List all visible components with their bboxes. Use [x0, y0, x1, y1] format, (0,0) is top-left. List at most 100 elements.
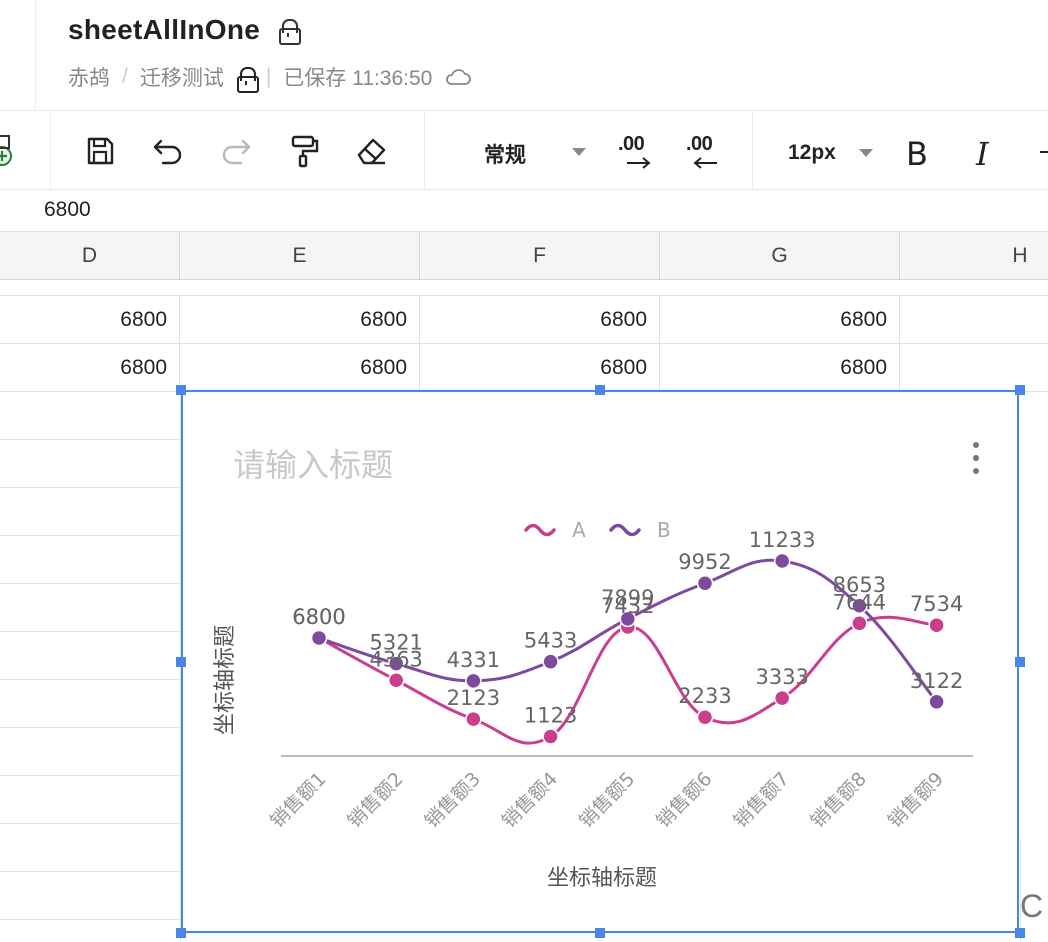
resize-handle[interactable]: [1015, 385, 1025, 395]
column-header-h[interactable]: H: [900, 232, 1048, 280]
toolbar: 常规 .00 .00 12px B I: [0, 110, 1048, 190]
data-label: 3122: [910, 669, 963, 693]
data-label: 2123: [447, 686, 500, 710]
table-row: [0, 392, 180, 440]
table-cell[interactable]: 6800: [660, 344, 900, 392]
table-row: [0, 776, 180, 824]
data-point: [310, 629, 328, 647]
table-row: [0, 920, 180, 942]
add-icon[interactable]: [0, 131, 22, 171]
data-point: [465, 710, 482, 728]
chevron-down-icon: [859, 149, 873, 157]
table-cell[interactable]: 6800: [0, 296, 180, 344]
data-point: [696, 708, 714, 726]
italic-button[interactable]: I: [976, 135, 989, 173]
table-row: [0, 728, 180, 776]
lock-icon[interactable]: [278, 19, 302, 45]
table-cell[interactable]: 6800: [420, 344, 660, 392]
line-chart: 销售额1 销售额2 销售额3 销售额4 销售额5 销售额6 销售额7 销售额8 销售额9 6800…: [266, 518, 973, 832]
chevron-down-icon: [572, 148, 586, 156]
table-row: [0, 280, 1048, 296]
data-label: 6800: [292, 605, 345, 629]
table-cell[interactable]: [900, 296, 1048, 344]
data-point: [773, 689, 791, 707]
column-header-e[interactable]: E: [180, 232, 420, 280]
table-cell[interactable]: 6800: [180, 296, 420, 344]
resize-handle[interactable]: [1015, 928, 1025, 938]
table-cell[interactable]: 6800: [0, 344, 180, 392]
lock-icon: [236, 67, 259, 93]
toolbar-divider: [50, 111, 51, 189]
table-cell[interactable]: 6800: [420, 296, 660, 344]
status-separator: |: [265, 65, 272, 88]
toolbar-divider: [424, 111, 425, 189]
toolbar-divider: [752, 111, 753, 189]
undo-icon[interactable]: [148, 131, 188, 171]
bold-button[interactable]: B: [906, 135, 928, 173]
resize-handle[interactable]: [176, 385, 186, 395]
eraser-icon[interactable]: [352, 131, 392, 171]
formula-bar[interactable]: 6800: [0, 190, 1048, 232]
data-label: 3333: [755, 665, 808, 689]
data-point: [542, 728, 559, 745]
breadcrumb-folder[interactable]: 迁移测试: [140, 62, 224, 92]
table-row: [0, 872, 180, 920]
resize-handle[interactable]: [176, 928, 186, 938]
data-label: 5321: [369, 631, 422, 655]
resize-handle[interactable]: [1015, 657, 1025, 667]
column-header-d[interactable]: D: [0, 232, 180, 280]
arrow-left-icon: [693, 157, 717, 169]
breadcrumb-workspace[interactable]: 赤鸪: [68, 62, 110, 92]
strikethrough-icon[interactable]: [1040, 151, 1048, 153]
column-header-g[interactable]: G: [660, 232, 900, 280]
document-title[interactable]: sheetAllInOne: [68, 14, 260, 46]
data-label: 4331: [447, 648, 500, 672]
table-row: [0, 488, 180, 536]
save-icon[interactable]: [80, 131, 120, 171]
table-cell[interactable]: 6800: [180, 344, 420, 392]
increase-decimal-label: .00: [686, 133, 713, 155]
data-label: 5433: [524, 629, 577, 653]
legend-label: B: [657, 518, 671, 542]
data-point: [851, 615, 868, 632]
font-size-value: 12px: [788, 141, 836, 164]
x-tick-label: 销售额2: [343, 768, 407, 832]
x-tick-label: 销售额5: [575, 768, 639, 832]
data-point: [387, 672, 405, 689]
x-tick-label: 销售额8: [807, 768, 871, 832]
table-row: 6800 6800 6800 6800: [0, 344, 1048, 392]
format-painter-icon[interactable]: [284, 131, 324, 171]
table-row: [0, 824, 180, 872]
table-row: [0, 584, 180, 632]
legend-swatch: [609, 523, 641, 537]
data-label: 2233: [678, 684, 731, 708]
formula-value: 6800: [44, 198, 91, 221]
resize-handle[interactable]: [595, 385, 605, 395]
x-tick-label: 销售额7: [729, 768, 793, 832]
data-label: 11233: [749, 528, 816, 552]
decrease-decimal-label: .00: [618, 133, 645, 155]
resize-handle[interactable]: [595, 928, 605, 938]
x-tick-label: 销售额1: [266, 768, 330, 832]
number-format-value: 常规: [484, 144, 526, 167]
data-label: 1123: [524, 704, 577, 728]
title-row: sheetAllInOne: [68, 14, 302, 46]
data-point: [928, 693, 945, 711]
redo-icon[interactable]: [216, 131, 256, 171]
table-cell[interactable]: [900, 344, 1048, 392]
x-tick-label: 销售额6: [652, 768, 716, 832]
data-point: [928, 616, 945, 634]
table-cell[interactable]: 6800: [660, 296, 900, 344]
resize-handle[interactable]: [176, 657, 186, 667]
data-label: 8653: [833, 573, 886, 597]
arrow-right-icon: [627, 157, 651, 169]
data-label: 7899: [601, 586, 654, 610]
table-row: [0, 440, 180, 488]
save-status: 已保存 11:36:50: [283, 67, 433, 90]
chart-container[interactable]: 请输入标题 坐标轴标题 坐标轴标题 销售额1 销售额2 销售额3 销售额4 销售额5 销售…: [181, 390, 1019, 933]
data-point: [696, 574, 714, 592]
cell-text-fragment: C: [1020, 888, 1044, 924]
column-header-f[interactable]: F: [420, 232, 660, 280]
breadcrumb-separator: /: [122, 65, 128, 88]
data-label: 9952: [678, 550, 731, 574]
